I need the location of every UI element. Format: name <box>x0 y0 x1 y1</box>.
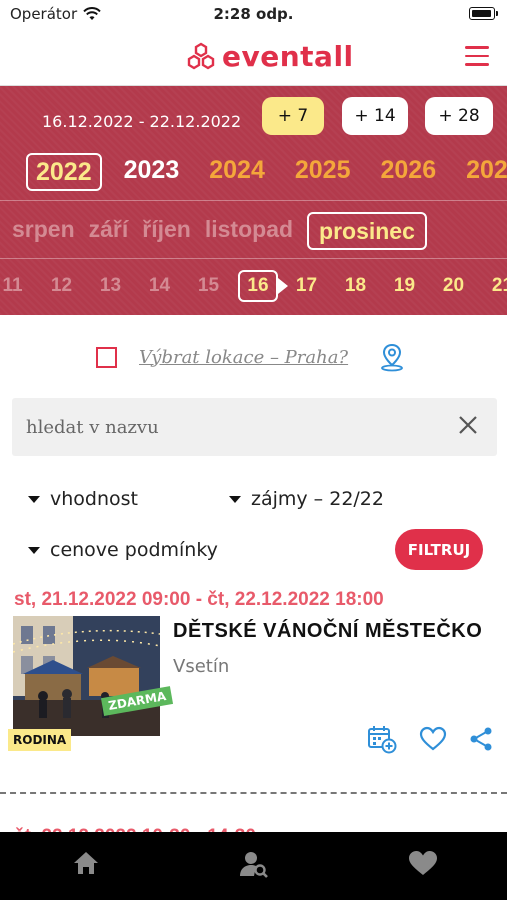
logo-text: eventall <box>222 40 354 73</box>
close-icon[interactable] <box>457 414 479 436</box>
divider <box>0 200 507 201</box>
search-input[interactable] <box>26 413 426 441</box>
month-item[interactable]: srpen <box>12 212 75 250</box>
day-item[interactable]: 14 <box>135 272 184 300</box>
filter-interests[interactable]: zájmy – 22/22 <box>229 488 384 510</box>
event-separator <box>0 792 507 794</box>
event-actions <box>367 724 493 754</box>
day-item[interactable]: 19 <box>380 272 429 300</box>
event-city: Vsetín <box>173 656 230 677</box>
year-item[interactable]: 2025 <box>287 153 359 191</box>
add-to-calendar-icon[interactable] <box>367 724 397 754</box>
year-item[interactable]: 2026 <box>373 153 445 191</box>
plus-7-button[interactable]: + 7 <box>262 97 324 135</box>
month-item[interactable]: září <box>89 212 129 250</box>
day-item-selected[interactable]: 16 <box>238 270 278 302</box>
event-title[interactable]: DĚTSKÉ VÁNOČNÍ MĚSTEČKO <box>173 620 482 643</box>
day-item[interactable]: 18 <box>331 272 380 300</box>
caret-down-icon <box>28 495 40 503</box>
heart-icon[interactable] <box>408 850 438 877</box>
year-selector: 2022 2023 2024 2025 2026 2027 <box>26 153 507 191</box>
year-item-selected[interactable]: 2022 <box>26 153 102 191</box>
search-box <box>12 398 497 456</box>
year-item[interactable]: 2024 <box>201 153 273 191</box>
day-item[interactable]: 11 <box>0 272 37 300</box>
day-item[interactable]: 17 <box>282 272 331 300</box>
location-link[interactable]: Výbrat lokace – Praha? <box>139 347 348 368</box>
logo[interactable]: eventall <box>186 40 354 73</box>
caret-down-icon <box>229 495 241 503</box>
status-bar: Operátor 2:28 odp. <box>0 0 507 30</box>
filter-interests-label: zájmy – 22/22 <box>251 488 384 510</box>
location-pin-icon[interactable] <box>378 342 406 372</box>
location-row: Výbrat lokace – Praha? <box>96 342 406 372</box>
filter-suitability-label: vhodnost <box>50 488 138 510</box>
plus-14-button[interactable]: + 14 <box>342 97 408 135</box>
divider <box>0 258 507 259</box>
app-header: eventall <box>0 30 507 86</box>
battery-icon <box>469 7 498 20</box>
tab-bar <box>0 832 507 900</box>
share-icon[interactable] <box>469 726 493 752</box>
day-item[interactable]: 12 <box>37 272 86 300</box>
heart-outline-icon[interactable] <box>419 726 447 752</box>
filter-price-label: cenove podmínky <box>50 539 218 561</box>
location-checkbox[interactable] <box>96 346 117 368</box>
event-thumbnail[interactable] <box>13 616 160 736</box>
month-item-selected[interactable]: prosinec <box>307 212 427 250</box>
date-picker-panel: 16.12.2022 - 22.12.2022 + 7 + 14 + 28 20… <box>0 86 507 315</box>
audience-badge: RODINA <box>8 729 72 751</box>
caret-down-icon <box>28 546 40 554</box>
month-item[interactable]: říjen <box>142 212 191 250</box>
event-datetime: st, 21.12.2022 09:00 - čt, 22.12.2022 18… <box>14 589 384 610</box>
day-item[interactable]: 21 <box>478 272 507 300</box>
filter-button[interactable]: FILTRUJ <box>395 529 483 570</box>
filter-price[interactable]: cenove podmínky <box>28 539 218 561</box>
day-item[interactable]: 20 <box>429 272 478 300</box>
day-item[interactable]: 13 <box>86 272 135 300</box>
month-selector: srpen září říjen listopad prosinec <box>12 212 441 250</box>
menu-icon[interactable] <box>465 46 489 66</box>
home-icon[interactable] <box>72 850 100 876</box>
day-item[interactable]: 15 <box>184 272 233 300</box>
date-range: 16.12.2022 - 22.12.2022 <box>42 112 242 131</box>
event-photo <box>13 616 160 736</box>
plus-28-button[interactable]: + 28 <box>425 97 493 135</box>
filter-suitability[interactable]: vhodnost <box>28 488 138 510</box>
status-time: 2:28 odp. <box>213 5 294 23</box>
month-item[interactable]: listopad <box>205 212 293 250</box>
year-item[interactable]: 2027 <box>458 153 507 191</box>
user-search-icon[interactable] <box>240 850 268 878</box>
logo-hexagons-icon <box>187 42 215 69</box>
year-item[interactable]: 2023 <box>116 153 188 191</box>
day-selector: 11 12 13 14 15 16 17 18 19 20 21 <box>0 270 507 302</box>
